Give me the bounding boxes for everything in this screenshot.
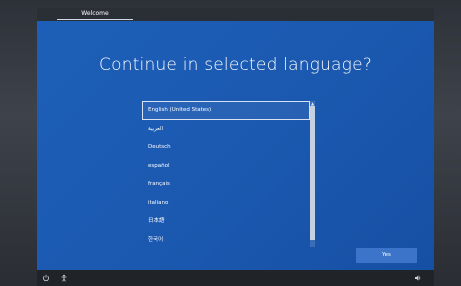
- power-icon[interactable]: [42, 274, 50, 282]
- language-list[interactable]: English (United States) العربية Deutsch …: [142, 101, 316, 245]
- language-item-korean[interactable]: 한국어: [142, 231, 310, 246]
- yes-button[interactable]: Yes: [356, 248, 417, 263]
- tab-underline: [57, 19, 133, 20]
- scrollbar-thumb[interactable]: [310, 106, 315, 240]
- language-item-deutsch[interactable]: Deutsch: [142, 138, 310, 157]
- language-item-english-us[interactable]: English (United States): [142, 101, 310, 120]
- system-tray: [37, 270, 434, 286]
- page-title: Continue in selected language?: [99, 55, 372, 75]
- language-item-italiano[interactable]: italiano: [142, 194, 310, 213]
- oobe-screen: Welcome Continue in selected language? E…: [37, 8, 434, 270]
- language-item-arabic[interactable]: العربية: [142, 120, 310, 139]
- language-list-scrollbar[interactable]: ▲: [310, 101, 315, 247]
- volume-icon[interactable]: [414, 274, 422, 282]
- language-item-japanese[interactable]: 日本語: [142, 212, 310, 231]
- accessibility-icon[interactable]: [60, 274, 68, 282]
- language-item-espanol[interactable]: español: [142, 157, 310, 176]
- language-item-francais[interactable]: français: [142, 175, 310, 194]
